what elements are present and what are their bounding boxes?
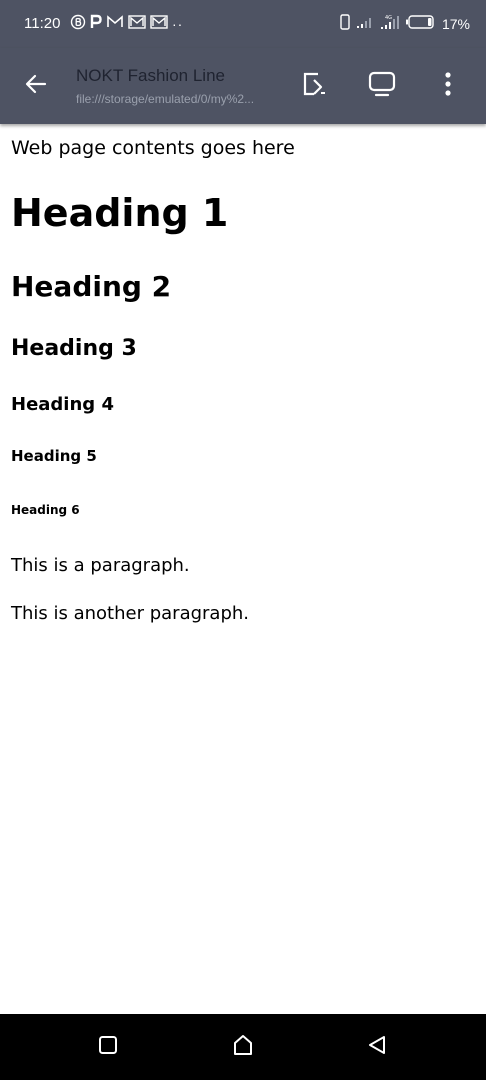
more-vertical-icon — [444, 71, 452, 102]
title-block: NOKT Fashion Line file:///storage/emulat… — [76, 66, 286, 106]
bitcoin-icon — [70, 14, 86, 35]
heading-4: Heading 4 — [11, 394, 114, 415]
heading-1: Heading 1 — [11, 191, 229, 235]
tab-switcher-button[interactable] — [364, 68, 400, 104]
p-icon — [90, 14, 102, 35]
notification-icons: ·· — [70, 14, 183, 34]
home-icon — [231, 1033, 255, 1062]
status-time: 11:20 — [24, 15, 61, 32]
home-button[interactable] — [228, 1032, 258, 1062]
system-back-button[interactable] — [362, 1032, 392, 1062]
battery-icon — [405, 14, 434, 34]
recents-button[interactable] — [93, 1032, 123, 1062]
tab-switcher-icon — [367, 69, 397, 104]
page-title: NOKT Fashion Line — [76, 66, 225, 85]
system-icons: 4G 17% — [340, 13, 470, 35]
browser-toolbar: NOKT Fashion Line file:///storage/emulat… — [0, 48, 486, 124]
open-in-browser-button[interactable] — [296, 68, 332, 104]
heading-5: Heading 5 — [11, 447, 97, 465]
heading-2: Heading 2 — [11, 270, 172, 303]
signal-icon — [356, 15, 374, 34]
svg-text:4G: 4G — [385, 15, 392, 21]
back-triangle-icon — [366, 1034, 388, 1061]
more-options-button[interactable] — [430, 68, 466, 104]
gmail-icon — [106, 14, 124, 34]
more-notifications-indicator: ·· — [172, 16, 184, 32]
sim-card-icon — [340, 13, 350, 35]
status-bar: 11:20 ·· 4G 17% — [0, 0, 486, 48]
gmail-icon — [150, 14, 168, 34]
gmail-icon — [128, 14, 146, 34]
signal-icon: 4G — [380, 14, 400, 35]
paragraph-1: This is a paragraph. — [11, 555, 190, 576]
paragraph-2: This is another paragraph. — [11, 603, 250, 624]
heading-3: Heading 3 — [11, 336, 137, 361]
back-button[interactable] — [18, 68, 54, 104]
page-url: file:///storage/emulated/0/my%2... — [76, 92, 255, 106]
navigation-bar — [0, 1014, 486, 1080]
recents-square-icon — [97, 1034, 119, 1061]
heading-6: Heading 6 — [11, 503, 80, 517]
web-content[interactable]: Web page contents goes here Heading 1 He… — [0, 124, 486, 1014]
back-arrow-icon — [23, 71, 49, 102]
battery-percent: 17% — [441, 16, 470, 32]
open-in-browser-icon — [300, 70, 328, 103]
intro-text: Web page contents goes here — [11, 137, 295, 159]
